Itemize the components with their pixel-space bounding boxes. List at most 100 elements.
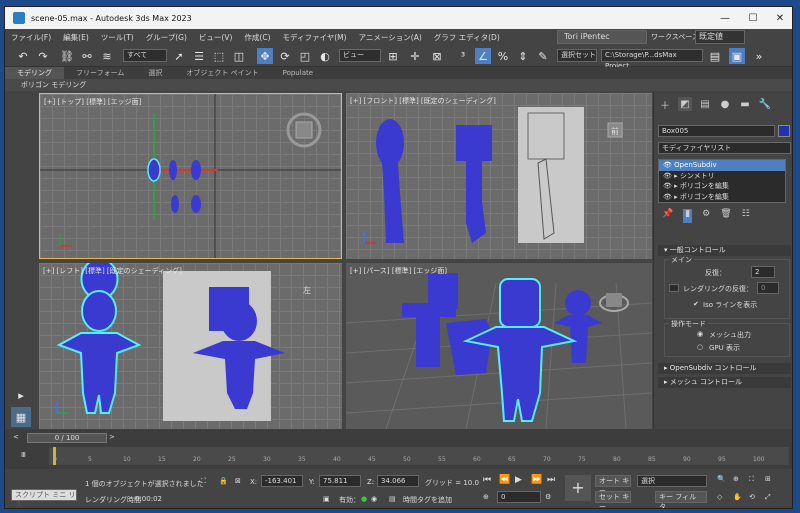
- add-time-tag-label[interactable]: 時間タグを追加: [403, 495, 452, 505]
- adaptive-degradation-icon[interactable]: ▣: [323, 495, 330, 503]
- orbit-icon[interactable]: ⟲: [749, 493, 755, 501]
- move-icon[interactable]: ✥: [257, 48, 273, 64]
- viewport-persp-label[interactable]: [+] [パース] [標準] [エッジ面]: [350, 266, 447, 276]
- render-iter-spinner[interactable]: 0: [757, 282, 779, 294]
- goto-end-icon[interactable]: ⏭: [547, 475, 555, 485]
- object-name-field[interactable]: Box005: [658, 125, 775, 137]
- utilities-tab-icon[interactable]: 🔧: [758, 97, 772, 111]
- save-icon[interactable]: ▣: [729, 48, 745, 64]
- menu-tools[interactable]: ツール(T): [95, 32, 140, 43]
- tab-selection[interactable]: 選択: [136, 68, 174, 78]
- undo-icon[interactable]: ↶: [15, 48, 31, 64]
- make-unique-icon[interactable]: ⚙: [702, 209, 710, 223]
- rollout-mesh[interactable]: ▸ メッシュ コントロール: [658, 377, 791, 388]
- set-key-button[interactable]: セット キー: [595, 491, 631, 508]
- menu-file[interactable]: ファイル(F): [5, 32, 57, 43]
- menu-group[interactable]: グループ(G): [140, 32, 193, 43]
- placement-icon[interactable]: ◐: [317, 48, 333, 64]
- x-coordinate[interactable]: -163.401: [261, 475, 303, 487]
- zoom-icon[interactable]: 🔍: [717, 475, 726, 483]
- user-account-dropdown[interactable]: Tori iPentec: [557, 30, 647, 44]
- viewport-top[interactable]: [+] [トップ] [標準] [エッジ面]: [39, 93, 342, 259]
- isolate-icon[interactable]: ⛶: [201, 477, 206, 486]
- minimize-icon[interactable]: —: [711, 7, 739, 29]
- curve-editor-icon[interactable]: Ⅲ: [21, 451, 26, 459]
- pan-icon[interactable]: ✋: [733, 493, 742, 501]
- play-icon[interactable]: ▶: [515, 475, 522, 485]
- stack-item-symmetry[interactable]: 👁 ▸ シンメトリ: [659, 171, 785, 182]
- project-folder-icon[interactable]: ▤: [707, 48, 723, 64]
- tab-populate[interactable]: Populate: [271, 69, 325, 77]
- menu-animation[interactable]: アニメーション(A): [353, 32, 428, 43]
- add-time-tag-icon[interactable]: ▤: [389, 495, 396, 503]
- key-filters-button[interactable]: キー フィルタ...: [655, 491, 707, 508]
- display-tab-icon[interactable]: ▬: [738, 97, 752, 111]
- set-key-big-icon[interactable]: +: [565, 475, 591, 501]
- rectangular-selection-icon[interactable]: ⬚: [211, 48, 227, 64]
- keyboard-shortcut-icon[interactable]: ⊠: [429, 48, 445, 64]
- snaps-toggle-icon[interactable]: ³: [455, 48, 471, 64]
- select-by-name-icon[interactable]: ☰: [191, 48, 207, 64]
- menu-modifiers[interactable]: モディファイヤ(M): [277, 32, 353, 43]
- rotate-icon[interactable]: ⟳: [277, 48, 293, 64]
- select-object-icon[interactable]: ➚: [171, 48, 187, 64]
- absolute-mode-icon[interactable]: ⊠: [235, 477, 241, 485]
- zoom-extents-icon[interactable]: ⛶: [749, 475, 754, 484]
- viewport-front[interactable]: 前 [+] [フロント] [標準] [既定のシェーディング]: [346, 93, 652, 259]
- reference-coordinate-dropdown[interactable]: ビュー: [339, 49, 381, 62]
- prev-frame-icon[interactable]: <: [13, 433, 19, 441]
- viewport-front-label[interactable]: [+] [フロント] [標準] [既定のシェーディング]: [350, 96, 496, 106]
- polygon-modeling-panel[interactable]: ポリゴン モデリング: [5, 79, 792, 91]
- viewcube-left[interactable]: 左: [303, 285, 311, 295]
- zoom-all-icon[interactable]: ⊕: [733, 475, 739, 483]
- enabled-indicator-icon[interactable]: ●: [361, 495, 367, 503]
- viewport-layout-icon[interactable]: ▦: [11, 407, 31, 427]
- fov-icon[interactable]: ◇: [717, 493, 722, 501]
- close-icon[interactable]: ✕: [766, 7, 792, 29]
- stack-item-opensubdiv[interactable]: 👁 OpenSubdiv: [659, 160, 785, 171]
- timeline-track[interactable]: 0 5 10 15 20 25 30 35 40 45 50 55 60 65 70 75 80 85 90 95 10…: [49, 447, 789, 465]
- modifier-list-dropdown[interactable]: モディファイヤリスト: [658, 142, 791, 154]
- named-selection-icon[interactable]: ✎: [535, 48, 551, 64]
- spinner-snap-icon[interactable]: ⇕: [515, 48, 531, 64]
- goto-start-icon[interactable]: ⏮: [483, 475, 491, 485]
- maximize-icon[interactable]: ☐: [739, 7, 767, 29]
- auto-key-button[interactable]: オート キー: [595, 475, 631, 495]
- y-coordinate[interactable]: 75.811: [319, 475, 361, 487]
- unlink-icon[interactable]: ⚯: [79, 48, 95, 64]
- menu-edit[interactable]: 編集(E): [57, 32, 95, 43]
- iterations-spinner[interactable]: 2: [751, 266, 775, 278]
- time-config-icon[interactable]: ⚙: [545, 493, 551, 501]
- viewport-left-label[interactable]: [+] [レフト] [標準] [既定のシェーディング]: [43, 266, 182, 276]
- mesh-output-radio[interactable]: ◉: [697, 330, 703, 338]
- object-color-swatch[interactable]: [778, 125, 790, 137]
- modify-tab-icon[interactable]: ◩: [678, 97, 692, 111]
- motion-tab-icon[interactable]: ●: [718, 97, 732, 111]
- workspace-dropdown[interactable]: 既定値: [695, 30, 745, 44]
- viewport-left[interactable]: 左 [+] [レフト] [標準] [既定のシェーディング]: [39, 263, 342, 429]
- selection-set-dropdown[interactable]: 選択セット: [557, 49, 597, 62]
- maximize-viewport-icon[interactable]: ⤢: [765, 493, 771, 502]
- menu-create[interactable]: 作成(C): [238, 32, 276, 43]
- pivot-center-icon[interactable]: ⊞: [385, 48, 401, 64]
- hierarchy-tab-icon[interactable]: ▤: [698, 97, 712, 111]
- tab-modeling[interactable]: モデリング: [5, 67, 64, 79]
- angle-snap-icon[interactable]: ∠: [475, 48, 491, 64]
- project-path-field[interactable]: C:\Storage\P...dsMax Project: [601, 49, 703, 70]
- zoom-extents-all-icon[interactable]: ⊞: [765, 475, 771, 483]
- maxscript-listener[interactable]: スクリプト ミニ リス: [11, 489, 77, 508]
- window-crossing-icon[interactable]: ◫: [231, 48, 247, 64]
- configure-sets-icon[interactable]: ☷: [742, 209, 750, 223]
- selection-filter-dropdown[interactable]: すべて: [123, 49, 167, 62]
- key-mode-icon[interactable]: ⊕: [483, 493, 489, 501]
- next-key-icon[interactable]: ⏩: [531, 475, 542, 485]
- stack-item-edit-poly-2[interactable]: 👁 ▸ ポリゴンを編集: [659, 192, 785, 203]
- link-icon[interactable]: ⛓: [59, 48, 75, 64]
- viewport-top-label[interactable]: [+] [トップ] [標準] [エッジ面]: [44, 97, 141, 107]
- stack-item-edit-poly-1[interactable]: 👁 ▸ ポリゴンを編集: [659, 181, 785, 192]
- toolbar-more-icon[interactable]: »: [751, 48, 767, 64]
- viewport-perspective[interactable]: [+] [パース] [標準] [エッジ面]: [346, 263, 652, 429]
- create-tab-icon[interactable]: ＋: [658, 97, 672, 112]
- pin-stack-icon[interactable]: 📌: [662, 209, 673, 223]
- percent-snap-icon[interactable]: %: [495, 48, 511, 64]
